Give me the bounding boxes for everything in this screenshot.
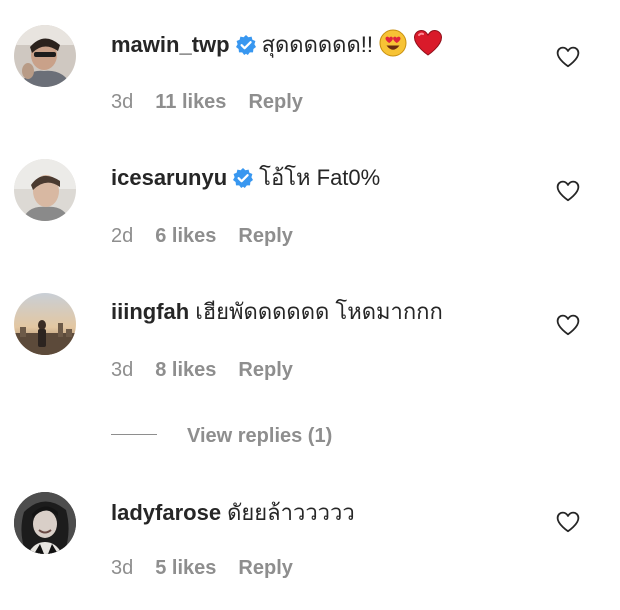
comment-meta: 3d 8 likes Reply (111, 357, 293, 383)
comment-item: icesarunyu โอ้โห Fat0% 2d 6 likes Reply (0, 134, 620, 247)
comment-text: เฮียพัดดดดดด โหดมากกก (195, 299, 443, 324)
comment-item: mawin_twp สุดดดดดด!! 3d 11 likes Reply (0, 0, 620, 113)
like-heart-icon[interactable] (556, 314, 580, 336)
comment-line: icesarunyu โอ้โห Fat0% (111, 163, 380, 196)
avatar[interactable] (14, 159, 76, 221)
comment-item: iiingfah เฮียพัดดดดดด โหดมากกก 3d 8 likes R… (0, 268, 620, 381)
like-heart-icon[interactable] (556, 46, 580, 68)
reply-button[interactable]: Reply (248, 91, 302, 113)
like-heart-icon[interactable] (556, 180, 580, 202)
likes-count[interactable]: 11 likes (155, 91, 226, 113)
username[interactable]: ladyfarose (111, 500, 221, 525)
likes-count[interactable]: 6 likes (155, 225, 216, 247)
avatar[interactable] (14, 293, 76, 355)
reply-button[interactable]: Reply (238, 359, 292, 381)
reply-button[interactable]: Reply (238, 557, 292, 579)
comment-line: iiingfah เฮียพัดดดดดด โหดมากกก (111, 297, 443, 327)
comment-time: 3d (111, 557, 134, 579)
heart-eyes-emoji-icon (379, 29, 407, 65)
view-replies-divider (111, 434, 157, 435)
username[interactable]: icesarunyu (111, 165, 227, 190)
view-replies-button[interactable]: View replies (1) (111, 423, 332, 449)
red-heart-emoji-icon (413, 29, 443, 65)
comment-text: โอ้โห Fat0% (259, 165, 381, 190)
comment-text: ดัยยล้าววววว (227, 500, 355, 525)
comment-text: สุดดดดดด!! (261, 32, 373, 57)
verified-badge-icon (235, 33, 256, 63)
comment-meta: 3d 11 likes Reply (111, 89, 303, 115)
likes-count[interactable]: 5 likes (155, 557, 216, 579)
likes-count[interactable]: 8 likes (155, 359, 216, 381)
username[interactable]: mawin_twp (111, 32, 230, 57)
avatar[interactable] (14, 492, 76, 554)
comment-meta: 3d 5 likes Reply (111, 555, 293, 581)
comment-line: mawin_twp สุดดดดดด!! (111, 29, 443, 65)
comment-time: 2d (111, 225, 134, 247)
reply-button[interactable]: Reply (238, 225, 292, 247)
view-replies-label: View replies (1) (187, 425, 333, 447)
username[interactable]: iiingfah (111, 299, 189, 324)
comment-line: ladyfarose ดัยยล้าววววว (111, 498, 355, 528)
comment-time: 3d (111, 91, 134, 113)
verified-badge-icon (233, 166, 254, 196)
comment-time: 3d (111, 359, 134, 381)
like-heart-icon[interactable] (556, 511, 580, 533)
comment-item: ladyfarose ดัยยล้าววววว 3d 5 likes Reply (0, 467, 620, 579)
avatar[interactable] (14, 25, 76, 87)
comment-meta: 2d 6 likes Reply (111, 223, 293, 249)
